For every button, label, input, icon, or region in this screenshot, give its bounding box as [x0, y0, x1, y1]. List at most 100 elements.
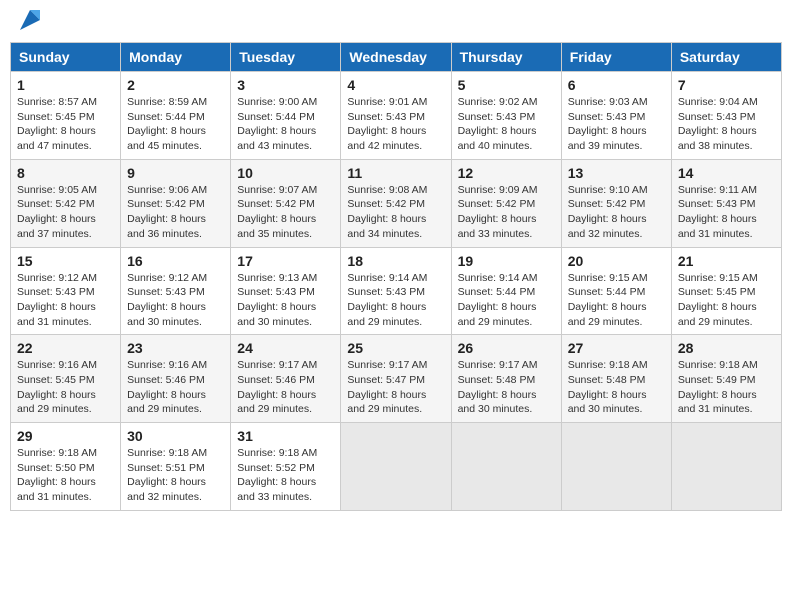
day-sunrise: Sunrise: 9:17 AMSunset: 5:47 PMDaylight:…	[347, 359, 427, 415]
col-thursday: Thursday	[451, 43, 561, 72]
day-number: 15	[17, 253, 114, 269]
col-tuesday: Tuesday	[231, 43, 341, 72]
table-row	[451, 423, 561, 511]
day-number: 31	[237, 428, 334, 444]
table-row: 2 Sunrise: 8:59 AMSunset: 5:44 PMDayligh…	[121, 72, 231, 160]
day-number: 23	[127, 340, 224, 356]
day-number: 22	[17, 340, 114, 356]
day-sunrise: Sunrise: 9:16 AMSunset: 5:45 PMDaylight:…	[17, 359, 97, 415]
table-row: 4 Sunrise: 9:01 AMSunset: 5:43 PMDayligh…	[341, 72, 451, 160]
calendar-header-row: Sunday Monday Tuesday Wednesday Thursday…	[11, 43, 782, 72]
day-sunrise: Sunrise: 9:04 AMSunset: 5:43 PMDaylight:…	[678, 96, 758, 152]
table-row: 23 Sunrise: 9:16 AMSunset: 5:46 PMDaylig…	[121, 335, 231, 423]
table-row: 5 Sunrise: 9:02 AMSunset: 5:43 PMDayligh…	[451, 72, 561, 160]
day-number: 25	[347, 340, 444, 356]
day-sunrise: Sunrise: 9:02 AMSunset: 5:43 PMDaylight:…	[458, 96, 538, 152]
day-number: 29	[17, 428, 114, 444]
table-row: 8 Sunrise: 9:05 AMSunset: 5:42 PMDayligh…	[11, 159, 121, 247]
table-row: 7 Sunrise: 9:04 AMSunset: 5:43 PMDayligh…	[671, 72, 781, 160]
day-sunrise: Sunrise: 9:18 AMSunset: 5:50 PMDaylight:…	[17, 447, 97, 503]
day-number: 17	[237, 253, 334, 269]
calendar-week-row: 22 Sunrise: 9:16 AMSunset: 5:45 PMDaylig…	[11, 335, 782, 423]
day-sunrise: Sunrise: 9:17 AMSunset: 5:46 PMDaylight:…	[237, 359, 317, 415]
day-number: 26	[458, 340, 555, 356]
table-row: 13 Sunrise: 9:10 AMSunset: 5:42 PMDaylig…	[561, 159, 671, 247]
table-row: 11 Sunrise: 9:08 AMSunset: 5:42 PMDaylig…	[341, 159, 451, 247]
day-number: 20	[568, 253, 665, 269]
day-number: 13	[568, 165, 665, 181]
table-row: 6 Sunrise: 9:03 AMSunset: 5:43 PMDayligh…	[561, 72, 671, 160]
day-number: 11	[347, 165, 444, 181]
day-sunrise: Sunrise: 9:09 AMSunset: 5:42 PMDaylight:…	[458, 184, 538, 240]
table-row: 10 Sunrise: 9:07 AMSunset: 5:42 PMDaylig…	[231, 159, 341, 247]
day-sunrise: Sunrise: 9:17 AMSunset: 5:48 PMDaylight:…	[458, 359, 538, 415]
day-sunrise: Sunrise: 9:00 AMSunset: 5:44 PMDaylight:…	[237, 96, 317, 152]
col-friday: Friday	[561, 43, 671, 72]
day-number: 21	[678, 253, 775, 269]
day-sunrise: Sunrise: 9:06 AMSunset: 5:42 PMDaylight:…	[127, 184, 207, 240]
table-row: 17 Sunrise: 9:13 AMSunset: 5:43 PMDaylig…	[231, 247, 341, 335]
day-sunrise: Sunrise: 9:11 AMSunset: 5:43 PMDaylight:…	[678, 184, 757, 240]
day-number: 12	[458, 165, 555, 181]
table-row: 24 Sunrise: 9:17 AMSunset: 5:46 PMDaylig…	[231, 335, 341, 423]
day-sunrise: Sunrise: 8:59 AMSunset: 5:44 PMDaylight:…	[127, 96, 207, 152]
table-row: 21 Sunrise: 9:15 AMSunset: 5:45 PMDaylig…	[671, 247, 781, 335]
calendar-week-row: 1 Sunrise: 8:57 AMSunset: 5:45 PMDayligh…	[11, 72, 782, 160]
day-number: 5	[458, 77, 555, 93]
day-number: 30	[127, 428, 224, 444]
day-sunrise: Sunrise: 9:01 AMSunset: 5:43 PMDaylight:…	[347, 96, 427, 152]
day-number: 7	[678, 77, 775, 93]
table-row	[561, 423, 671, 511]
table-row: 25 Sunrise: 9:17 AMSunset: 5:47 PMDaylig…	[341, 335, 451, 423]
table-row: 28 Sunrise: 9:18 AMSunset: 5:49 PMDaylig…	[671, 335, 781, 423]
table-row: 26 Sunrise: 9:17 AMSunset: 5:48 PMDaylig…	[451, 335, 561, 423]
table-row: 1 Sunrise: 8:57 AMSunset: 5:45 PMDayligh…	[11, 72, 121, 160]
day-number: 4	[347, 77, 444, 93]
col-sunday: Sunday	[11, 43, 121, 72]
col-wednesday: Wednesday	[341, 43, 451, 72]
day-sunrise: Sunrise: 9:10 AMSunset: 5:42 PMDaylight:…	[568, 184, 648, 240]
day-sunrise: Sunrise: 9:13 AMSunset: 5:43 PMDaylight:…	[237, 272, 317, 328]
day-number: 14	[678, 165, 775, 181]
day-number: 3	[237, 77, 334, 93]
day-sunrise: Sunrise: 9:16 AMSunset: 5:46 PMDaylight:…	[127, 359, 207, 415]
day-number: 2	[127, 77, 224, 93]
day-number: 28	[678, 340, 775, 356]
table-row: 9 Sunrise: 9:06 AMSunset: 5:42 PMDayligh…	[121, 159, 231, 247]
day-sunrise: Sunrise: 9:18 AMSunset: 5:48 PMDaylight:…	[568, 359, 648, 415]
calendar-table: Sunday Monday Tuesday Wednesday Thursday…	[10, 42, 782, 511]
logo	[14, 10, 44, 34]
day-sunrise: Sunrise: 9:18 AMSunset: 5:49 PMDaylight:…	[678, 359, 758, 415]
day-sunrise: Sunrise: 9:05 AMSunset: 5:42 PMDaylight:…	[17, 184, 97, 240]
calendar-week-row: 15 Sunrise: 9:12 AMSunset: 5:43 PMDaylig…	[11, 247, 782, 335]
day-sunrise: Sunrise: 9:12 AMSunset: 5:43 PMDaylight:…	[127, 272, 207, 328]
day-sunrise: Sunrise: 9:15 AMSunset: 5:44 PMDaylight:…	[568, 272, 648, 328]
day-number: 6	[568, 77, 665, 93]
day-number: 27	[568, 340, 665, 356]
table-row: 31 Sunrise: 9:18 AMSunset: 5:52 PMDaylig…	[231, 423, 341, 511]
day-number: 9	[127, 165, 224, 181]
day-number: 10	[237, 165, 334, 181]
day-number: 8	[17, 165, 114, 181]
day-sunrise: Sunrise: 9:08 AMSunset: 5:42 PMDaylight:…	[347, 184, 427, 240]
table-row: 3 Sunrise: 9:00 AMSunset: 5:44 PMDayligh…	[231, 72, 341, 160]
table-row: 15 Sunrise: 9:12 AMSunset: 5:43 PMDaylig…	[11, 247, 121, 335]
table-row: 14 Sunrise: 9:11 AMSunset: 5:43 PMDaylig…	[671, 159, 781, 247]
col-monday: Monday	[121, 43, 231, 72]
table-row: 12 Sunrise: 9:09 AMSunset: 5:42 PMDaylig…	[451, 159, 561, 247]
day-number: 24	[237, 340, 334, 356]
page-header	[10, 10, 782, 34]
table-row: 18 Sunrise: 9:14 AMSunset: 5:43 PMDaylig…	[341, 247, 451, 335]
table-row: 20 Sunrise: 9:15 AMSunset: 5:44 PMDaylig…	[561, 247, 671, 335]
day-sunrise: Sunrise: 9:03 AMSunset: 5:43 PMDaylight:…	[568, 96, 648, 152]
table-row: 19 Sunrise: 9:14 AMSunset: 5:44 PMDaylig…	[451, 247, 561, 335]
day-sunrise: Sunrise: 9:12 AMSunset: 5:43 PMDaylight:…	[17, 272, 97, 328]
table-row: 27 Sunrise: 9:18 AMSunset: 5:48 PMDaylig…	[561, 335, 671, 423]
table-row: 16 Sunrise: 9:12 AMSunset: 5:43 PMDaylig…	[121, 247, 231, 335]
table-row: 30 Sunrise: 9:18 AMSunset: 5:51 PMDaylig…	[121, 423, 231, 511]
table-row	[341, 423, 451, 511]
table-row: 29 Sunrise: 9:18 AMSunset: 5:50 PMDaylig…	[11, 423, 121, 511]
day-sunrise: Sunrise: 9:14 AMSunset: 5:43 PMDaylight:…	[347, 272, 427, 328]
logo-icon	[16, 6, 44, 34]
day-number: 16	[127, 253, 224, 269]
